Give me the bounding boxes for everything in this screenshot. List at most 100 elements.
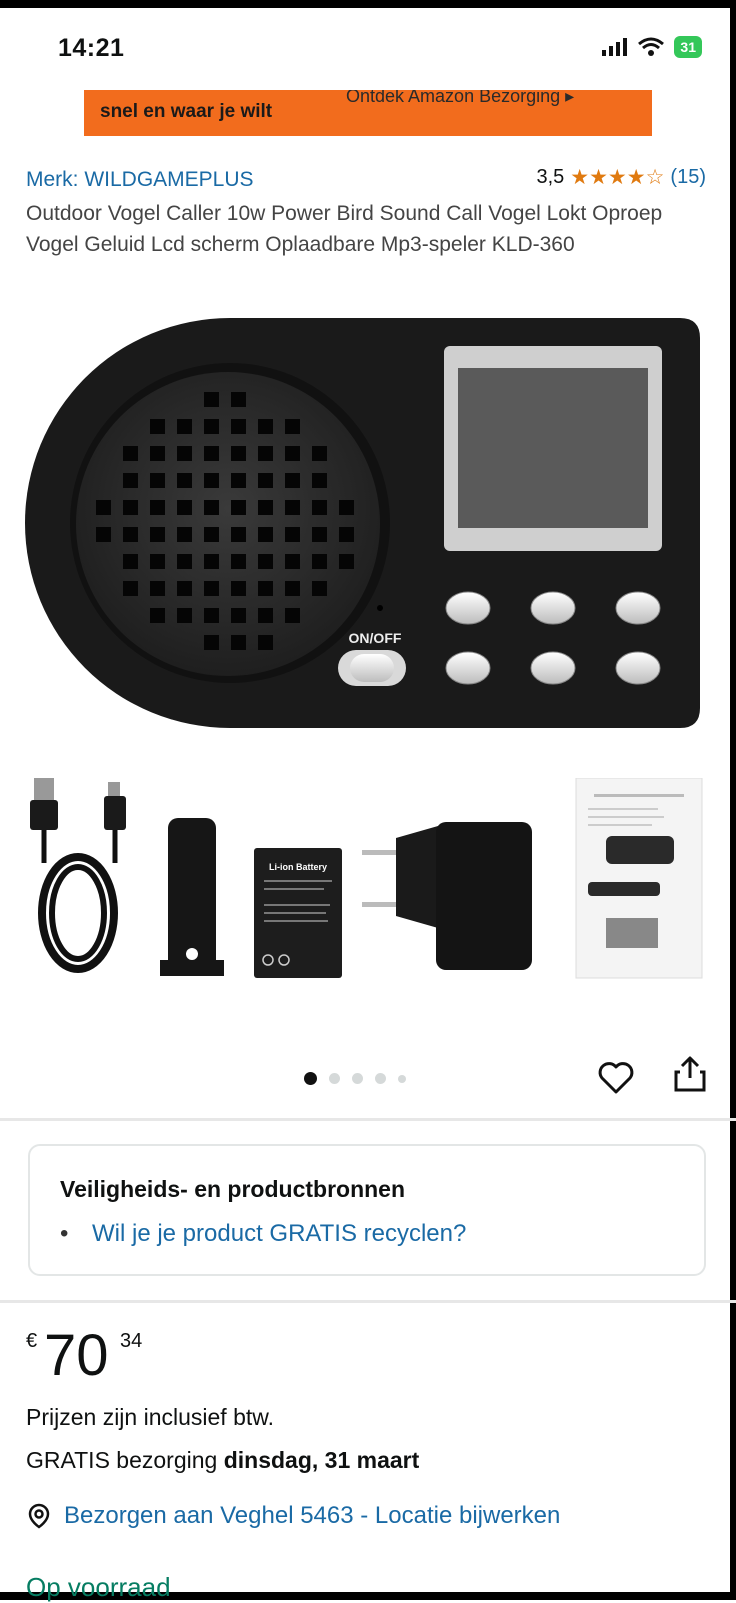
grille-hole bbox=[285, 473, 300, 488]
grille-hole bbox=[339, 554, 354, 569]
grille-hole bbox=[150, 419, 165, 434]
grille-hole bbox=[204, 608, 219, 623]
device-button bbox=[615, 591, 661, 625]
location-link[interactable]: Bezorgen aan Veghel 5463 - Locatie bijwe… bbox=[64, 1502, 560, 1530]
screen-frame-top bbox=[0, 0, 736, 8]
grille-hole bbox=[231, 419, 246, 434]
grille-hole bbox=[123, 500, 138, 515]
grille-hole bbox=[177, 500, 192, 515]
grille-hole bbox=[177, 419, 192, 434]
rating-count[interactable]: (15) bbox=[670, 166, 706, 189]
device-button bbox=[530, 591, 576, 625]
grille-hole bbox=[204, 527, 219, 542]
lcd-screen bbox=[458, 368, 648, 528]
safety-resources-card: Veiligheids- en productbronnen • Wil je … bbox=[28, 1144, 706, 1276]
grille-hole bbox=[204, 392, 219, 407]
grille-hole bbox=[204, 500, 219, 515]
grille-hole bbox=[285, 581, 300, 596]
grille-hole bbox=[258, 581, 273, 596]
device-button bbox=[530, 651, 576, 685]
manual-thumbnail bbox=[575, 778, 703, 979]
delivery-date: dinsdag, 31 maart bbox=[223, 1447, 420, 1473]
grille-hole bbox=[150, 581, 165, 596]
wifi-icon bbox=[638, 37, 665, 56]
bullet: • bbox=[60, 1220, 69, 1247]
grille-hole bbox=[285, 419, 300, 434]
product-thumbnails[interactable]: Li-ion Battery bbox=[28, 778, 708, 998]
product-image[interactable]: ON/OFF bbox=[20, 318, 716, 738]
location-pin-icon bbox=[28, 1503, 50, 1529]
grille-hole bbox=[231, 527, 246, 542]
usb-cable-thumbnail bbox=[30, 778, 126, 973]
grille-hole bbox=[312, 554, 327, 569]
grille-hole bbox=[285, 554, 300, 569]
rating-summary[interactable]: 3,5 ★★★★☆ (15) bbox=[536, 165, 706, 190]
carousel-dot[interactable] bbox=[375, 1073, 386, 1084]
grille-hole bbox=[312, 581, 327, 596]
grille-hole bbox=[204, 419, 219, 434]
grille-hole bbox=[231, 473, 246, 488]
recycle-link[interactable]: Wil je je product GRATIS recyclen? bbox=[92, 1220, 466, 1248]
grille-hole bbox=[285, 446, 300, 461]
grille-hole bbox=[231, 635, 246, 650]
grille-hole bbox=[258, 527, 273, 542]
grille-hole bbox=[285, 527, 300, 542]
carousel-dot[interactable] bbox=[398, 1074, 406, 1083]
share-icon[interactable] bbox=[672, 1054, 708, 1094]
grille-hole bbox=[231, 608, 246, 623]
brand-link[interactable]: Merk: WILDGAMEPLUS bbox=[26, 168, 254, 192]
promo-banner[interactable]: snel en waar je wilt Ontdek Amazon Bezor… bbox=[84, 90, 652, 136]
banner-text: snel en waar je wilt bbox=[100, 101, 273, 122]
price-fraction: 34 bbox=[120, 1330, 143, 1352]
grille-hole bbox=[150, 608, 165, 623]
status-time: 14:21 bbox=[58, 34, 125, 62]
battery-label: Li-ion Battery bbox=[269, 862, 327, 872]
grille-hole bbox=[150, 554, 165, 569]
carousel-dot[interactable] bbox=[352, 1073, 363, 1084]
grille-hole bbox=[339, 500, 354, 515]
heart-icon[interactable] bbox=[596, 1058, 636, 1098]
grille-hole bbox=[123, 554, 138, 569]
grille-hole bbox=[312, 527, 327, 542]
grille-hole bbox=[150, 473, 165, 488]
grille-hole bbox=[231, 500, 246, 515]
safety-title: Veiligheids- en productbronnen bbox=[60, 1176, 406, 1202]
grille-hole bbox=[177, 581, 192, 596]
rating-value: 3,5 bbox=[536, 166, 565, 188]
grille-hole bbox=[258, 554, 273, 569]
grille-hole bbox=[204, 635, 219, 650]
grille-hole bbox=[177, 473, 192, 488]
device-button bbox=[445, 651, 491, 685]
signal-icon bbox=[602, 38, 628, 56]
grille-hole bbox=[177, 608, 192, 623]
grille-hole bbox=[231, 392, 246, 407]
grille-hole bbox=[204, 581, 219, 596]
screen-frame-right bbox=[730, 0, 736, 1600]
grille-hole bbox=[177, 527, 192, 542]
section-divider bbox=[0, 1300, 736, 1303]
grille-hole bbox=[285, 608, 300, 623]
status-icons: 31 bbox=[602, 36, 702, 58]
grille-hole bbox=[339, 527, 354, 542]
grille-hole bbox=[177, 554, 192, 569]
grille-hole bbox=[204, 473, 219, 488]
grille-hole bbox=[204, 554, 219, 569]
delivery-info: GRATIS bezorging dinsdag, 31 maart bbox=[26, 1447, 419, 1474]
device-switch-label: ON/OFF bbox=[349, 630, 402, 646]
carousel-dots[interactable] bbox=[304, 1072, 406, 1085]
grille-hole bbox=[123, 581, 138, 596]
grille-hole bbox=[123, 446, 138, 461]
grille-hole bbox=[123, 473, 138, 488]
carousel-dot[interactable] bbox=[329, 1073, 340, 1084]
price-note: Prijzen zijn inclusief btw. bbox=[26, 1404, 274, 1430]
grille-hole bbox=[285, 500, 300, 515]
grille-hole bbox=[258, 608, 273, 623]
price-whole: 70 bbox=[44, 1323, 109, 1388]
banner-link[interactable]: Ontdek Amazon Bezorging ▸ bbox=[346, 90, 574, 107]
carousel-dot[interactable] bbox=[304, 1072, 317, 1085]
grille-hole bbox=[177, 446, 192, 461]
delivery-location[interactable]: Bezorgen aan Veghel 5463 - Locatie bijwe… bbox=[26, 1502, 560, 1530]
grille-hole bbox=[96, 527, 111, 542]
grille-hole bbox=[150, 500, 165, 515]
battery-thumbnail: Li-ion Battery bbox=[254, 848, 342, 978]
